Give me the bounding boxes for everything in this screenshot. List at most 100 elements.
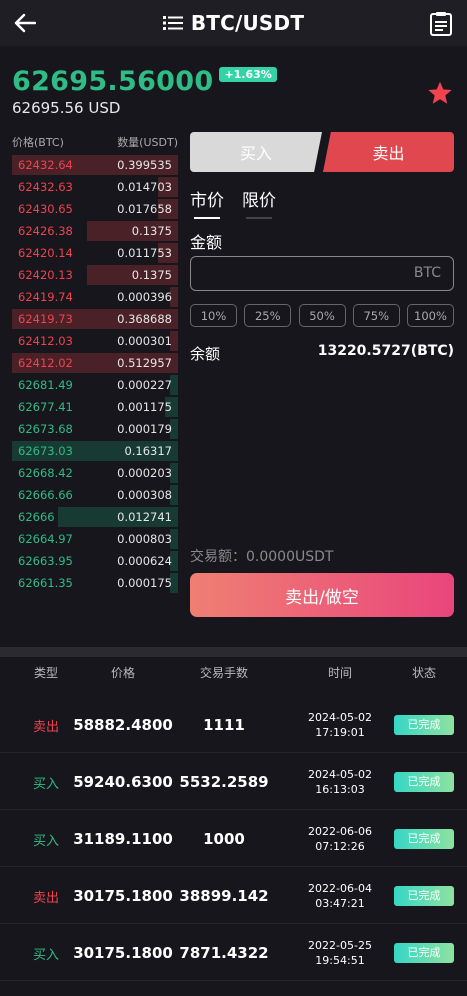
- percent-button[interactable]: 100%: [407, 304, 454, 327]
- table-cell: 1111: [176, 697, 272, 753]
- table-cell: 2022-06-06 07:12:26: [290, 811, 390, 867]
- trade-date: 2024-05-02: [308, 711, 372, 724]
- qty-column-header: 数量(USDT): [117, 136, 178, 149]
- table-row[interactable]: 卖出 30175.1800 38899.142 2022-06-04 03:47:21 已…: [0, 868, 467, 924]
- bid-row[interactable]: 62668.42 0.000203: [12, 462, 178, 484]
- order-price: 62666: [18, 510, 55, 524]
- trade-qty: 1111: [203, 716, 245, 734]
- order-price: 62426.38: [18, 224, 73, 238]
- order-price: 62681.49: [18, 378, 73, 392]
- ask-row[interactable]: 62420.14 0.011753: [12, 242, 178, 264]
- order-price: 62663.95: [18, 554, 73, 568]
- trade-side: 买入: [32, 947, 59, 963]
- col-type: 类型: [33, 666, 58, 680]
- order-price: 62673.68: [18, 422, 73, 436]
- order-price: 62666.66: [18, 488, 73, 502]
- ask-row[interactable]: 62432.63 0.014703: [12, 176, 178, 198]
- list-icon[interactable]: [162, 15, 183, 31]
- order-qty: 0.512957: [117, 356, 172, 370]
- star-icon[interactable]: [427, 80, 453, 106]
- table-cell: 买入: [14, 811, 78, 867]
- trade-price: 31189.1100: [73, 830, 173, 848]
- amount-label: 金额: [190, 233, 223, 252]
- table-cell: 2024-05-02 17:19:01: [290, 697, 390, 753]
- table-cell: 58882.4800: [73, 697, 173, 753]
- bid-row[interactable]: 62664.97 0.000803: [12, 528, 178, 550]
- order-price: 62432.64: [18, 158, 73, 172]
- last-price: 62695.56000: [12, 66, 214, 97]
- trade-date: 2022-06-04: [308, 882, 372, 895]
- ask-row[interactable]: 62432.64 0.399535: [12, 154, 178, 176]
- ask-row[interactable]: 62419.73 0.368688: [12, 308, 178, 330]
- percent-button[interactable]: 10%: [190, 304, 237, 327]
- title-wrap: BTC/USDT: [0, 0, 467, 46]
- trade-date: 2024-05-02: [308, 768, 372, 781]
- order-qty: 0.000203: [117, 466, 172, 480]
- page-title: BTC/USDT: [190, 11, 305, 35]
- bid-row[interactable]: 62681.49 0.000227: [12, 374, 178, 396]
- tab-limit[interactable]: 限价: [242, 186, 276, 219]
- status-badge: 已完成: [394, 772, 454, 792]
- bid-row[interactable]: 62661.35 0.000175: [12, 572, 178, 594]
- order-price: 62412.03: [18, 334, 73, 348]
- trade-price: 30175.1800: [73, 887, 173, 905]
- top-bar: BTC/USDT: [0, 0, 467, 46]
- order-qty: 0.16317: [124, 444, 172, 458]
- sell-tab[interactable]: 卖出: [323, 132, 454, 172]
- table-row[interactable]: 买入 59240.6300 5532.2589 2024-05-02 16:13:03 已…: [0, 754, 467, 810]
- table-cell: 2022-06-04 03:47:21: [290, 868, 390, 924]
- order-qty: 0.000624: [117, 554, 172, 568]
- order-type-tabs: 市价 限价: [190, 186, 276, 219]
- trade-qty: 1000: [203, 830, 245, 848]
- percent-buttons: 10% 25% 50% 75% 100%: [190, 304, 454, 327]
- bid-row[interactable]: 62673.03 0.16317: [12, 440, 178, 462]
- status-badge: 已完成: [394, 829, 454, 849]
- ask-row[interactable]: 62420.13 0.1375: [12, 264, 178, 286]
- bid-row[interactable]: 62663.95 0.000624: [12, 550, 178, 572]
- trade-side: 买入: [32, 833, 59, 849]
- ask-row[interactable]: 62426.38 0.1375: [12, 220, 178, 242]
- clipboard-icon[interactable]: [429, 11, 453, 37]
- table-cell: 已完成: [392, 811, 456, 867]
- trade-panel: 买入 卖出 市价 限价 金额 BTC 10% 25% 50% 75% 100% 余额 1…: [190, 132, 454, 617]
- order-qty: 0.011753: [117, 246, 172, 260]
- percent-button[interactable]: 25%: [244, 304, 292, 327]
- order-qty: 0.000308: [117, 488, 172, 502]
- amount-input[interactable]: BTC: [190, 256, 454, 291]
- usd-price: 62695.56 USD: [12, 99, 121, 117]
- bid-row[interactable]: 62673.68 0.000179: [12, 418, 178, 440]
- tab-market[interactable]: 市价: [190, 186, 224, 219]
- order-price: 62420.13: [18, 268, 73, 282]
- order-price: 62420.14: [18, 246, 73, 260]
- percent-button[interactable]: 75%: [352, 304, 400, 327]
- order-price: 62677.41: [18, 400, 73, 414]
- section-divider: [0, 647, 467, 657]
- price-column-header: 价格(BTC): [12, 136, 64, 149]
- bid-row[interactable]: 62666.66 0.000308: [12, 484, 178, 506]
- order-price: 62432.63: [18, 180, 73, 194]
- trade-date: 2022-05-25: [308, 939, 372, 952]
- buy-tab[interactable]: 买入: [190, 132, 322, 172]
- history-header: 类型 价格 交易手数 时间 状态: [0, 664, 467, 690]
- change-badge: +1.63%: [219, 67, 277, 82]
- order-qty: 0.000179: [117, 422, 172, 436]
- table-row[interactable]: 买入 31189.1100 1000 2022-06-06 07:12:26 已完成: [0, 811, 467, 867]
- percent-button[interactable]: 50%: [298, 304, 346, 327]
- trade-time: 07:12:26: [315, 840, 365, 853]
- trade-amount: 交易额：0.0000USDT: [190, 549, 334, 565]
- sell-short-button[interactable]: 卖出/做空: [190, 573, 454, 617]
- trade-time: 17:19:01: [315, 726, 365, 739]
- table-row[interactable]: 买入 30175.1800 7871.4322 2022-05-25 19:54:51 已…: [0, 925, 467, 981]
- table-cell: 31189.1100: [73, 811, 173, 867]
- order-qty: 0.000301: [117, 334, 172, 348]
- table-cell: 买入: [14, 925, 78, 981]
- table-cell: 38899.142: [176, 868, 272, 924]
- order-qty: 0.014703: [117, 180, 172, 194]
- bid-row[interactable]: 62677.41 0.001175: [12, 396, 178, 418]
- ask-row[interactable]: 62412.03 0.000301: [12, 330, 178, 352]
- bid-row[interactable]: 62666 0.012741: [12, 506, 178, 528]
- table-row[interactable]: 卖出 58882.4800 1111 2024-05-02 17:19:01 已完成: [0, 697, 467, 753]
- ask-row[interactable]: 62419.74 0.000396: [12, 286, 178, 308]
- ask-row[interactable]: 62430.65 0.017658: [12, 198, 178, 220]
- ask-row[interactable]: 62412.02 0.512957: [12, 352, 178, 374]
